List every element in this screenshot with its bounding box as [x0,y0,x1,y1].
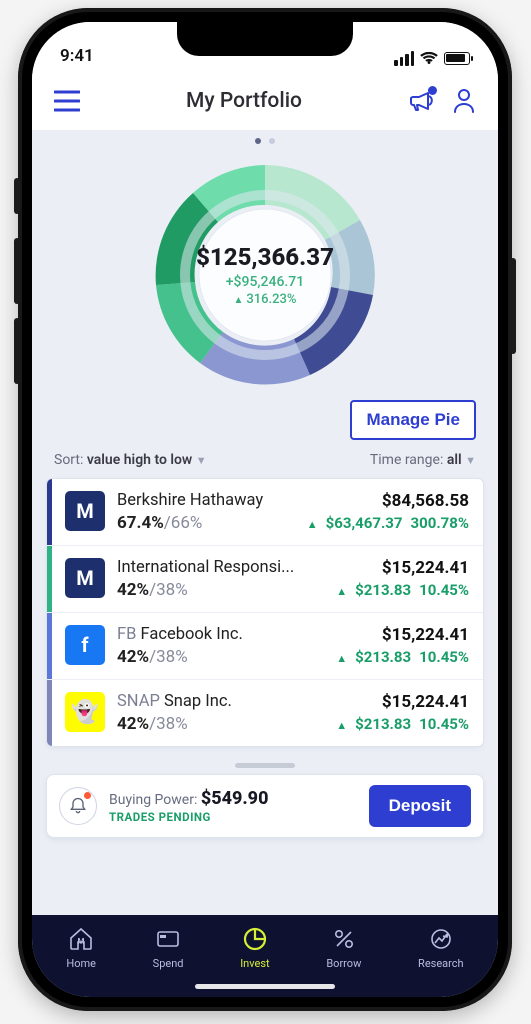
holding-logo: f [65,625,105,665]
holding-weights: 42%/38% [117,714,324,734]
time-range-dropdown[interactable]: Time range: all ▼ [370,452,476,468]
holding-row[interactable]: f FB Facebook Inc. 42%/38% $15,224.41 ▲$… [47,612,483,679]
profile-button[interactable] [452,88,476,114]
holding-name: International Responsi... [117,558,324,577]
holding-weights: 42%/38% [117,580,324,600]
page-dot-2[interactable] [269,138,275,144]
holding-value: $15,224.41 [336,625,469,645]
buying-power-label: Buying Power: [109,792,197,808]
deposit-button[interactable]: Deposit [369,785,471,827]
hamburger-icon [54,90,80,112]
screen: 9:41 My Portfolio [32,22,498,997]
wifi-icon [420,52,438,66]
alerts-button[interactable] [59,787,97,825]
mute-switch [14,178,20,214]
person-icon [452,88,476,114]
holding-value: $15,224.41 [336,558,469,578]
manage-pie-button[interactable]: Manage Pie [350,400,476,440]
filter-bar: Sort: value high to low ▼ Time range: al… [32,452,498,478]
time-range-value: all [447,452,462,468]
holding-value: $15,224.41 [336,692,469,712]
tab-invest[interactable]: Invest [240,925,269,970]
row-accent [47,613,52,679]
total-gain: +$95,246.71 [196,274,334,290]
holding-gain: ▲$213.8310.45% [336,648,469,666]
holding-name: Berkshire Hathaway [117,491,295,510]
holding-weights: 67.4%/66% [117,513,295,533]
cellular-icon [394,51,414,66]
status-icons [394,51,470,66]
battery-icon [444,52,470,65]
sort-dropdown[interactable]: Sort: value high to low ▼ [54,452,207,468]
sort-label: Sort: [54,452,83,468]
page-dots[interactable] [32,130,498,152]
volume-up-button [14,238,20,304]
volume-down-button [14,318,20,384]
chevron-down-icon: ▼ [196,454,207,467]
tab-home[interactable]: M Home [66,925,96,970]
notch [177,22,353,56]
sort-value: value high to low [87,452,192,468]
tab-borrow[interactable]: Borrow [326,925,361,970]
holding-logo: M [65,558,105,598]
holding-gain: ▲$213.8310.45% [336,581,469,599]
holding-gain: ▲$213.8310.45% [336,715,469,733]
menu-button[interactable] [54,90,80,112]
holding-logo: 👻 [65,692,105,732]
holding-gain: ▲$63,467.37300.78% [307,514,469,532]
chevron-down-icon: ▼ [465,454,476,467]
holding-row[interactable]: 👻 SNAP Snap Inc. 42%/38% $15,224.41 ▲$21… [47,679,483,746]
tab-label: Borrow [326,957,361,970]
trades-pending: TRADES PENDING [109,810,357,824]
page-title: My Portfolio [186,89,302,113]
holdings-list: M Berkshire Hathaway 67.4%/66% $84,568.5… [46,478,484,747]
buying-power-card: Buying Power: $549.90 TRADES PENDING Dep… [46,774,484,838]
percent-icon [330,925,358,953]
chart-center: $125,366.37 +$95,246.71 316.23% [196,243,334,307]
pie-icon [241,925,269,953]
tab-label: Invest [240,957,269,970]
svg-text:M: M [78,937,85,946]
header: My Portfolio [32,72,498,130]
tab-research[interactable]: Research [418,925,464,970]
row-accent [47,680,52,746]
home-icon: M [67,925,95,953]
home-indicator[interactable] [195,984,335,989]
holding-value: $84,568.58 [307,491,469,511]
row-accent [47,479,52,545]
tab-label: Spend [153,957,184,970]
time-range-label: Time range: [370,452,443,468]
research-icon [427,925,455,953]
row-accent [47,546,52,612]
holding-weights: 42%/38% [117,647,324,667]
holding-name: FB Facebook Inc. [117,625,324,644]
notification-dot-icon [428,86,437,95]
phone-frame: 9:41 My Portfolio [18,8,512,1011]
total-gain-pct: 316.23% [196,292,334,307]
page-dot-1[interactable] [255,138,261,144]
holding-name: SNAP Snap Inc. [117,692,324,711]
tab-label: Home [66,957,96,970]
holding-row[interactable]: M Berkshire Hathaway 67.4%/66% $84,568.5… [47,479,483,545]
power-button [510,258,516,354]
total-value: $125,366.37 [196,243,334,271]
card-icon [154,925,182,953]
status-time: 9:41 [60,46,94,66]
portfolio-chart[interactable]: $125,366.37 +$95,246.71 316.23% [32,152,498,400]
holding-row[interactable]: M International Responsi... 42%/38% $15,… [47,545,483,612]
scroll-indicator[interactable] [235,763,295,768]
announcements-button[interactable] [408,89,434,113]
tab-label: Research [418,957,464,970]
tab-spend[interactable]: Spend [153,925,184,970]
bell-icon [68,796,88,816]
buying-power-amount: $549.90 [201,788,269,809]
holding-logo: M [65,491,105,531]
buying-power-line: Buying Power: $549.90 [109,788,357,809]
